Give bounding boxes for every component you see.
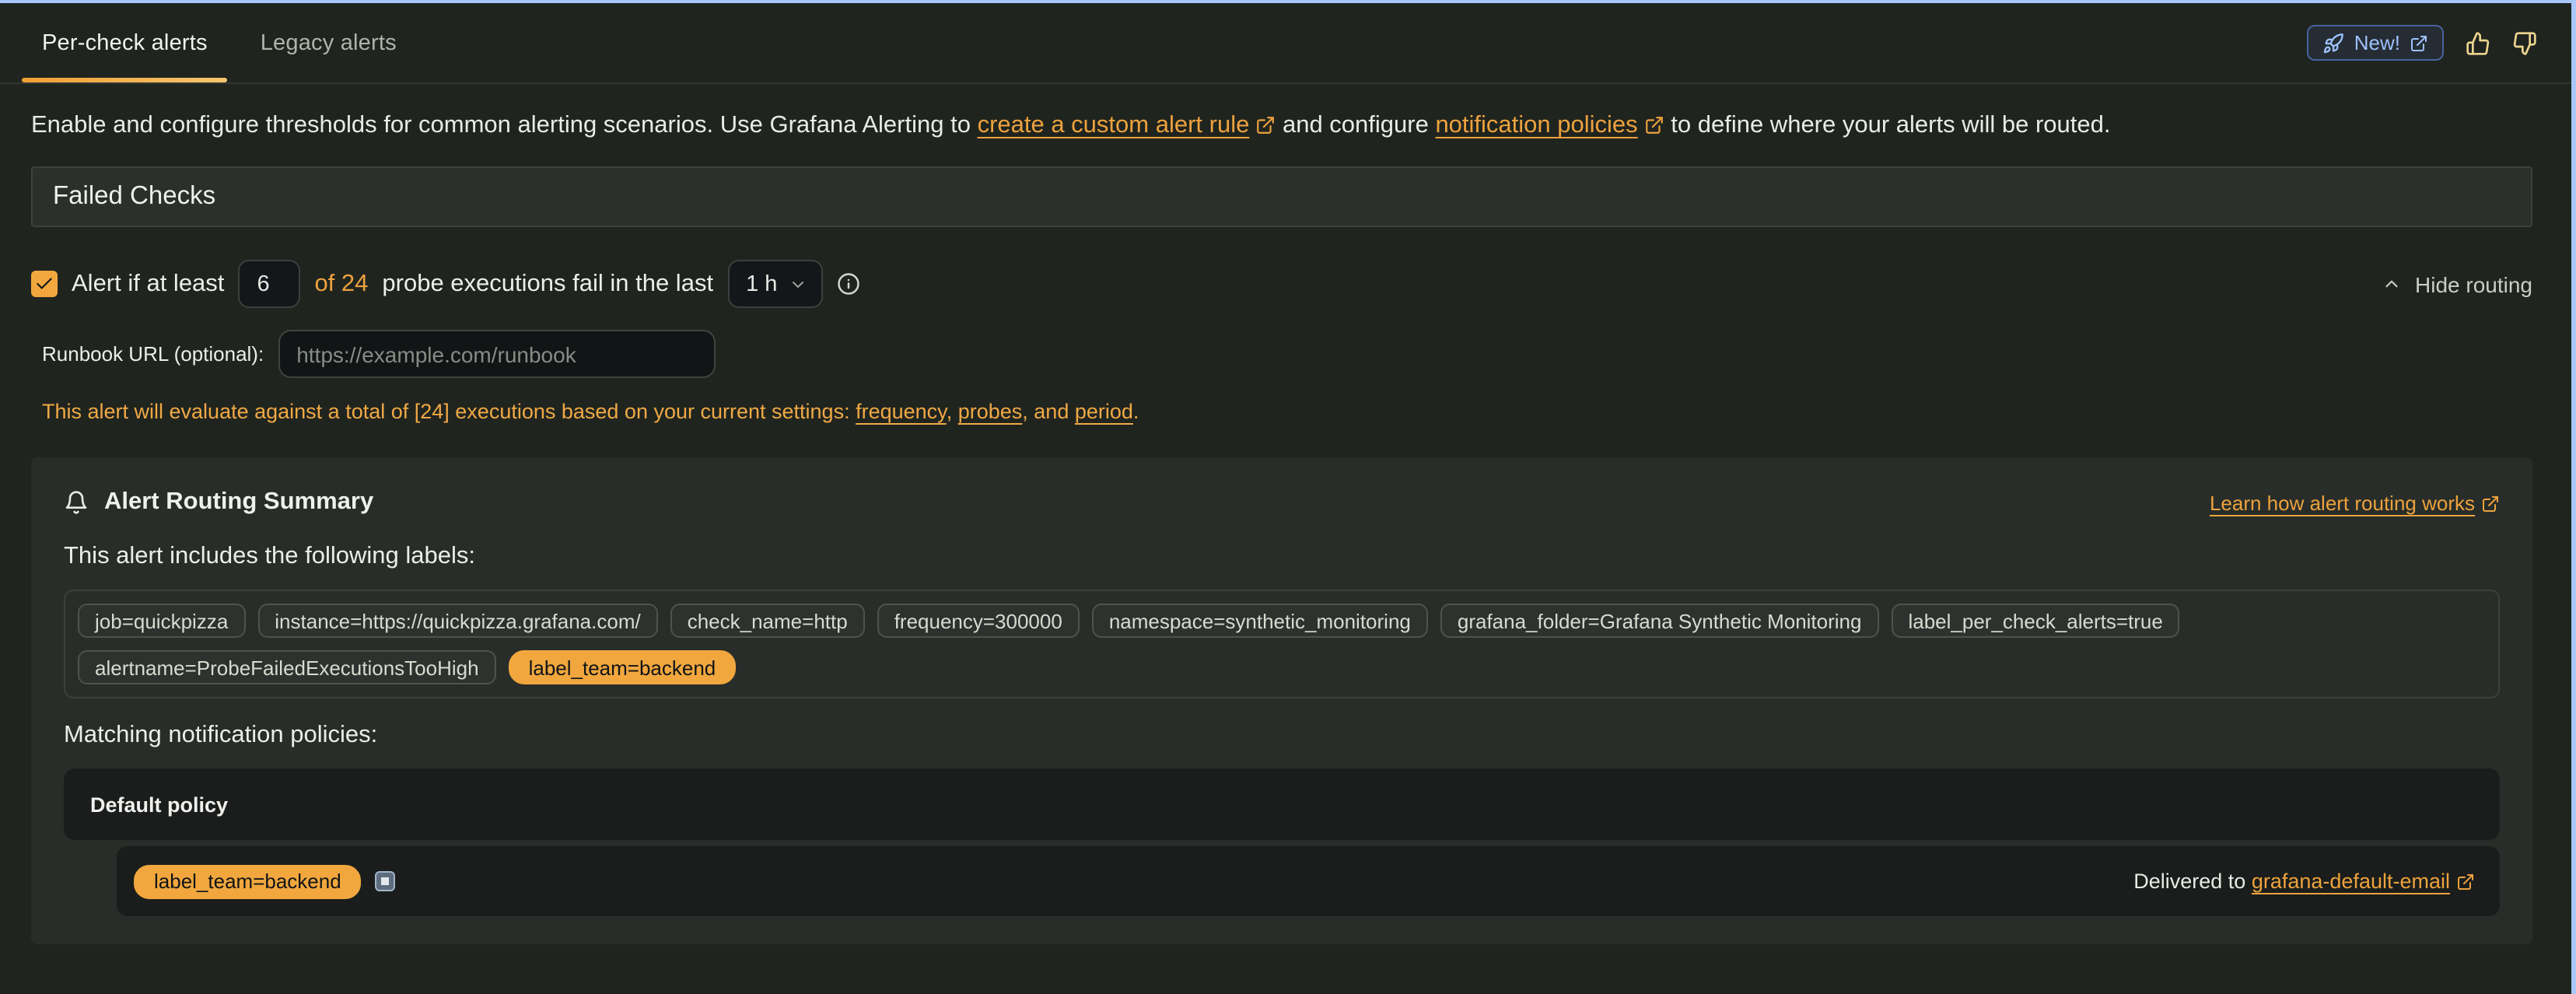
alert-routing-summary-panel: Alert Routing Summary Learn how alert ro… [31, 457, 2532, 944]
evaluation-note: This alert will evaluate against a total… [31, 400, 2532, 423]
link-label: grafana-default-email [2252, 870, 2450, 893]
bell-icon [64, 490, 89, 515]
runbook-row: Runbook URL (optional): [31, 330, 2532, 378]
thumbs-up-button[interactable] [2466, 30, 2490, 55]
probes-link[interactable]: probes [958, 400, 1023, 423]
intro-text: Enable and configure thresholds for comm… [31, 112, 2532, 140]
hide-routing-label: Hide routing [2415, 271, 2532, 296]
new-feature-badge[interactable]: New! [2308, 25, 2444, 61]
alert-threshold-row: Alert if at least of 24 probe executions… [31, 260, 2532, 308]
external-link-icon [2456, 873, 2475, 892]
chevron-up-icon [2381, 274, 2401, 294]
note-sep: , [947, 400, 958, 423]
label-chip: label_per_check_alerts=true [1891, 604, 2179, 638]
learn-routing-link[interactable]: Learn how alert routing works [2210, 491, 2500, 514]
runbook-label: Runbook URL (optional): [42, 342, 264, 366]
label-chip: label_team=backend [509, 650, 737, 684]
default-policy-row: Default policy [64, 768, 2500, 840]
period-select[interactable]: 1 h [727, 260, 822, 308]
tab-label: Legacy alerts [261, 30, 397, 55]
square-icon [376, 871, 396, 891]
period-value: 1 h [746, 271, 777, 296]
policy-name: Default policy [90, 793, 228, 816]
contact-point-link[interactable]: grafana-default-email [2252, 870, 2475, 893]
link-label: create a custom alert rule [978, 112, 1250, 138]
note-sep: , and [1022, 400, 1075, 423]
alert-label-suffix: probe executions fail in the last [382, 270, 713, 298]
main-content: Enable and configure thresholds for comm… [0, 112, 2571, 944]
intro-post: to define where your alerts will be rout… [1664, 112, 2111, 138]
threshold-input[interactable] [238, 260, 300, 308]
tab-label: Per-check alerts [42, 30, 208, 55]
tabbar-actions: New! [2308, 3, 2571, 82]
runbook-url-input[interactable] [278, 330, 715, 378]
hide-routing-toggle[interactable]: Hide routing [2381, 271, 2532, 296]
note-post: . [1133, 400, 1139, 423]
delivered-prefix: Delivered to [2133, 870, 2252, 893]
external-link-icon [2410, 33, 2428, 52]
delivered-text: Delivered to grafana-default-email [2133, 870, 2475, 893]
label-chip: alertname=ProbeFailedExecutionsTooHigh [78, 650, 496, 684]
external-link-icon [2481, 495, 2500, 513]
section-title: Failed Checks [53, 182, 215, 212]
tab-legacy-alerts[interactable]: Legacy alerts [240, 3, 417, 82]
label-chip: instance=https://quickpizza.grafana.com/ [257, 604, 657, 638]
intro-pre: Enable and configure thresholds for comm… [31, 112, 978, 138]
label-chip: namespace=synthetic_monitoring [1092, 604, 1428, 638]
tab-bar: Per-check alerts Legacy alerts New! [0, 3, 2571, 84]
frequency-link[interactable]: frequency [856, 400, 947, 423]
new-badge-label: New! [2354, 31, 2400, 54]
intro-mid: and configure [1276, 112, 1435, 138]
check-icon [34, 274, 54, 294]
per-check-alerts-page: Per-check alerts Legacy alerts New! Enab… [0, 0, 2576, 994]
thumbs-up-icon [2466, 30, 2490, 55]
external-link-icon [1255, 116, 1276, 136]
notification-policies-link[interactable]: notification policies [1435, 112, 1664, 138]
matched-label-row: label_team=backend Delivered to grafana-… [117, 846, 2500, 916]
link-label: notification policies [1435, 112, 1637, 138]
routing-panel-header: Alert Routing Summary Learn how alert ro… [64, 485, 2500, 520]
chevron-down-icon [788, 275, 807, 293]
external-link-icon [1644, 116, 1664, 136]
routing-panel-title: Alert Routing Summary [104, 488, 373, 516]
tab-per-check-alerts[interactable]: Per-check alerts [22, 3, 228, 82]
labels-list: job=quickpizza instance=https://quickpizz… [64, 590, 2500, 698]
note-pre: This alert will evaluate against a total… [42, 400, 856, 423]
rocket-icon [2323, 32, 2345, 54]
labels-heading: This alert includes the following labels… [64, 543, 2500, 571]
alert-label-prefix: Alert if at least [72, 270, 224, 298]
label-chip: grafana_folder=Grafana Synthetic Monitor… [1440, 604, 1879, 638]
label-chip: job=quickpizza [78, 604, 245, 638]
of-total-label: of 24 [314, 270, 368, 298]
info-icon[interactable] [836, 272, 859, 296]
link-label: Learn how alert routing works [2210, 491, 2475, 514]
thumbs-down-button[interactable] [2512, 30, 2537, 55]
matched-label-chip: label_team=backend [134, 864, 362, 898]
label-chip: frequency=300000 [877, 604, 1080, 638]
period-link[interactable]: period [1075, 400, 1133, 423]
thumbs-down-icon [2512, 30, 2537, 55]
label-chip: check_name=http [670, 604, 865, 638]
alert-enabled-checkbox[interactable] [31, 271, 58, 297]
failed-checks-header: Failed Checks [31, 166, 2532, 227]
create-alert-rule-link[interactable]: create a custom alert rule [978, 112, 1276, 138]
policies-heading: Matching notification policies: [64, 722, 2500, 750]
